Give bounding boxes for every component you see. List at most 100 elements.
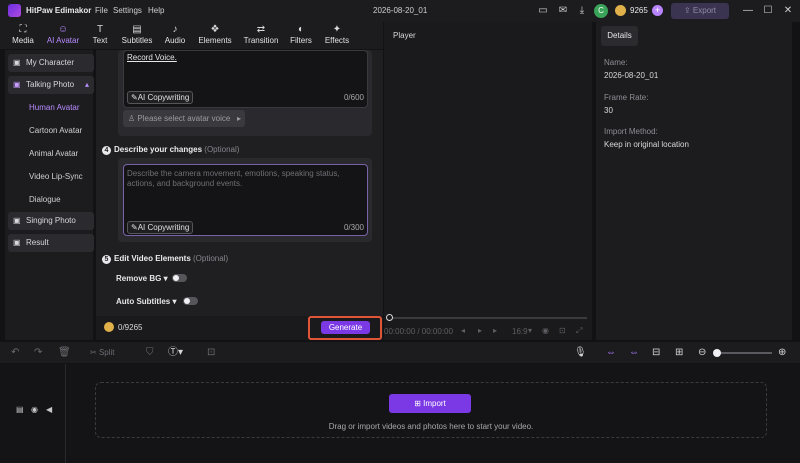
minimize-icon[interactable]: —: [741, 4, 755, 18]
coin-icon: [615, 5, 626, 16]
volume-icon[interactable]: ◀: [46, 405, 52, 414]
progress-track[interactable]: [389, 317, 587, 319]
describe-changes-input[interactable]: Describe the camera movement, emotions, …: [123, 164, 368, 236]
import-method-label: Import Method:: [604, 127, 658, 136]
tab-media-label: Media: [12, 36, 34, 45]
magic-icon: ✎: [131, 223, 138, 232]
next-frame-icon[interactable]: ▸: [493, 326, 497, 335]
describe-counter: 0/300: [343, 223, 364, 232]
microphone-icon[interactable]: 🎙: [574, 347, 587, 358]
expand-icon[interactable]: ⊞: [675, 347, 683, 358]
sidebar-item-my-character[interactable]: ▣ My Character: [8, 54, 94, 72]
aspect-ratio[interactable]: 16:9: [512, 327, 528, 336]
step5-title: Edit Video Elements: [114, 254, 191, 263]
tab-effects[interactable]: ✦ Effects: [322, 24, 352, 48]
download-icon[interactable]: ⤓: [575, 4, 589, 18]
sidebar-item-dialogue[interactable]: Dialogue: [29, 195, 61, 204]
tab-elements[interactable]: ❖ Elements: [196, 24, 234, 48]
name-label: Name:: [604, 58, 628, 67]
prev-frame-icon[interactable]: ◂: [461, 326, 465, 335]
export-button[interactable]: ⇪ Export: [671, 3, 729, 19]
sidebar-item-label: Talking Photo: [26, 80, 75, 89]
shield-icon[interactable]: ⛉: [146, 347, 154, 358]
close-icon[interactable]: ✕: [781, 4, 795, 18]
voice-counter: 0/600: [343, 93, 364, 102]
import-label: Import: [423, 399, 446, 408]
tab-ai-avatar[interactable]: ☺ AI Avatar: [43, 24, 83, 48]
sidebar-item-singing-photo[interactable]: ▣ Singing Photo: [8, 212, 94, 230]
feedback-icon[interactable]: ✉: [556, 4, 570, 18]
tab-subtitles[interactable]: ▤ Subtitles: [118, 24, 156, 48]
tab-filters[interactable]: ◐ Filters: [288, 24, 314, 48]
ai-copywriting-button-2[interactable]: ✎AI Copywriting: [127, 221, 194, 234]
auto-subtitles-toggle[interactable]: [183, 297, 198, 305]
sidebar-item-talking-photo[interactable]: ▣ Talking Photo ▴: [8, 76, 94, 94]
play-icon[interactable]: ▸: [478, 326, 482, 335]
undo-icon[interactable]: ↶: [11, 347, 19, 358]
fullscreen-icon[interactable]: ⤢: [576, 326, 582, 336]
link-clips-icon[interactable]: ⇔: [606, 347, 616, 358]
tab-details[interactable]: Details: [601, 26, 638, 46]
tab-text[interactable]: T Text: [89, 24, 111, 48]
result-icon: ▣: [13, 238, 21, 247]
snapshot-icon[interactable]: ◉: [542, 326, 549, 335]
menu-file[interactable]: File: [95, 6, 108, 15]
track-type-icon: ▤: [16, 405, 24, 414]
add-credits-icon[interactable]: +: [652, 5, 663, 16]
chevron-up-icon: ▴: [84, 80, 89, 89]
visibility-icon[interactable]: ◉: [31, 405, 38, 414]
step4-heading: 4 Describe your changes (Optional): [102, 145, 239, 155]
menu-help[interactable]: Help: [148, 6, 164, 15]
zoom-slider-handle[interactable]: [713, 349, 721, 357]
record-voice-link[interactable]: Record Voice.: [127, 53, 177, 62]
ai-copywriting-button[interactable]: ✎AI Copywriting: [127, 91, 194, 104]
split-button[interactable]: ✂ Split: [90, 347, 115, 358]
sidebar-item-result[interactable]: ▣ Result: [8, 234, 94, 252]
tab-elements-label: Elements: [198, 36, 232, 45]
sidebar-item-video-lip-sync[interactable]: Video Lip-Sync: [29, 172, 83, 181]
auto-subtitles-label[interactable]: Auto Subtitles ▾: [116, 297, 176, 306]
coin-icon: [104, 322, 114, 332]
delete-icon[interactable]: 🗑: [58, 347, 71, 358]
tab-transition[interactable]: ⇄ Transition: [241, 24, 281, 48]
tab-media[interactable]: ⛶ Media: [8, 24, 38, 48]
player-time: 00:00:00 / 00:00:00: [384, 327, 453, 336]
frame-rate-value: 30: [604, 106, 613, 115]
zoom-slider-track[interactable]: [716, 352, 772, 354]
sidebar-item-cartoon-avatar[interactable]: Cartoon Avatar: [29, 126, 82, 135]
optional-label: (Optional): [193, 254, 229, 263]
fit-icon[interactable]: ⊟: [652, 347, 660, 358]
voice-script-area[interactable]: Record Voice. ✎AI Copywriting 0/600: [123, 50, 368, 108]
select-voice-button[interactable]: ♙ Please select avatar voice ▸: [123, 110, 245, 127]
user-icon: ▣: [13, 58, 21, 67]
maximize-icon[interactable]: ☐: [761, 4, 775, 18]
layout-icon[interactable]: ▭: [536, 4, 550, 18]
elements-icon: ❖: [210, 24, 220, 35]
remove-bg-toggle[interactable]: [172, 274, 187, 282]
text-tool-icon[interactable]: Ⓣ▾: [168, 347, 183, 358]
ratio-dropdown-icon[interactable]: ▾: [528, 326, 532, 335]
remove-bg-label[interactable]: Remove BG ▾: [116, 274, 168, 283]
tab-details-label: Details: [607, 31, 632, 40]
tab-subtitles-label: Subtitles: [121, 36, 153, 45]
sidebar-item-human-avatar[interactable]: Human Avatar: [29, 103, 80, 112]
progress-handle[interactable]: [386, 314, 393, 321]
zoom-in-icon[interactable]: ⊕: [778, 347, 786, 358]
track-header: ▤ ◉ ◀: [0, 364, 66, 463]
screenshot-icon[interactable]: ⊡: [207, 347, 215, 358]
redo-icon[interactable]: ↷: [34, 347, 42, 358]
generate-button[interactable]: Generate: [321, 321, 370, 334]
step-number: 4: [102, 146, 111, 155]
import-method-value: Keep in original location: [604, 140, 689, 149]
menu-settings[interactable]: Settings: [113, 6, 142, 15]
user-avatar[interactable]: C: [594, 4, 608, 18]
zoom-out-icon[interactable]: ⊖: [698, 347, 706, 358]
effects-icon: ✦: [332, 24, 342, 35]
sidebar-item-animal-avatar[interactable]: Animal Avatar: [29, 149, 78, 158]
filters-icon: ◐: [297, 24, 305, 35]
tab-audio[interactable]: ♪ Audio: [162, 24, 188, 48]
export-label: Export: [692, 6, 717, 15]
crop-icon[interactable]: ⊡: [559, 326, 566, 335]
magnet-icon[interactable]: ⇔: [629, 347, 639, 358]
import-button[interactable]: ⊞ Import: [389, 394, 471, 413]
